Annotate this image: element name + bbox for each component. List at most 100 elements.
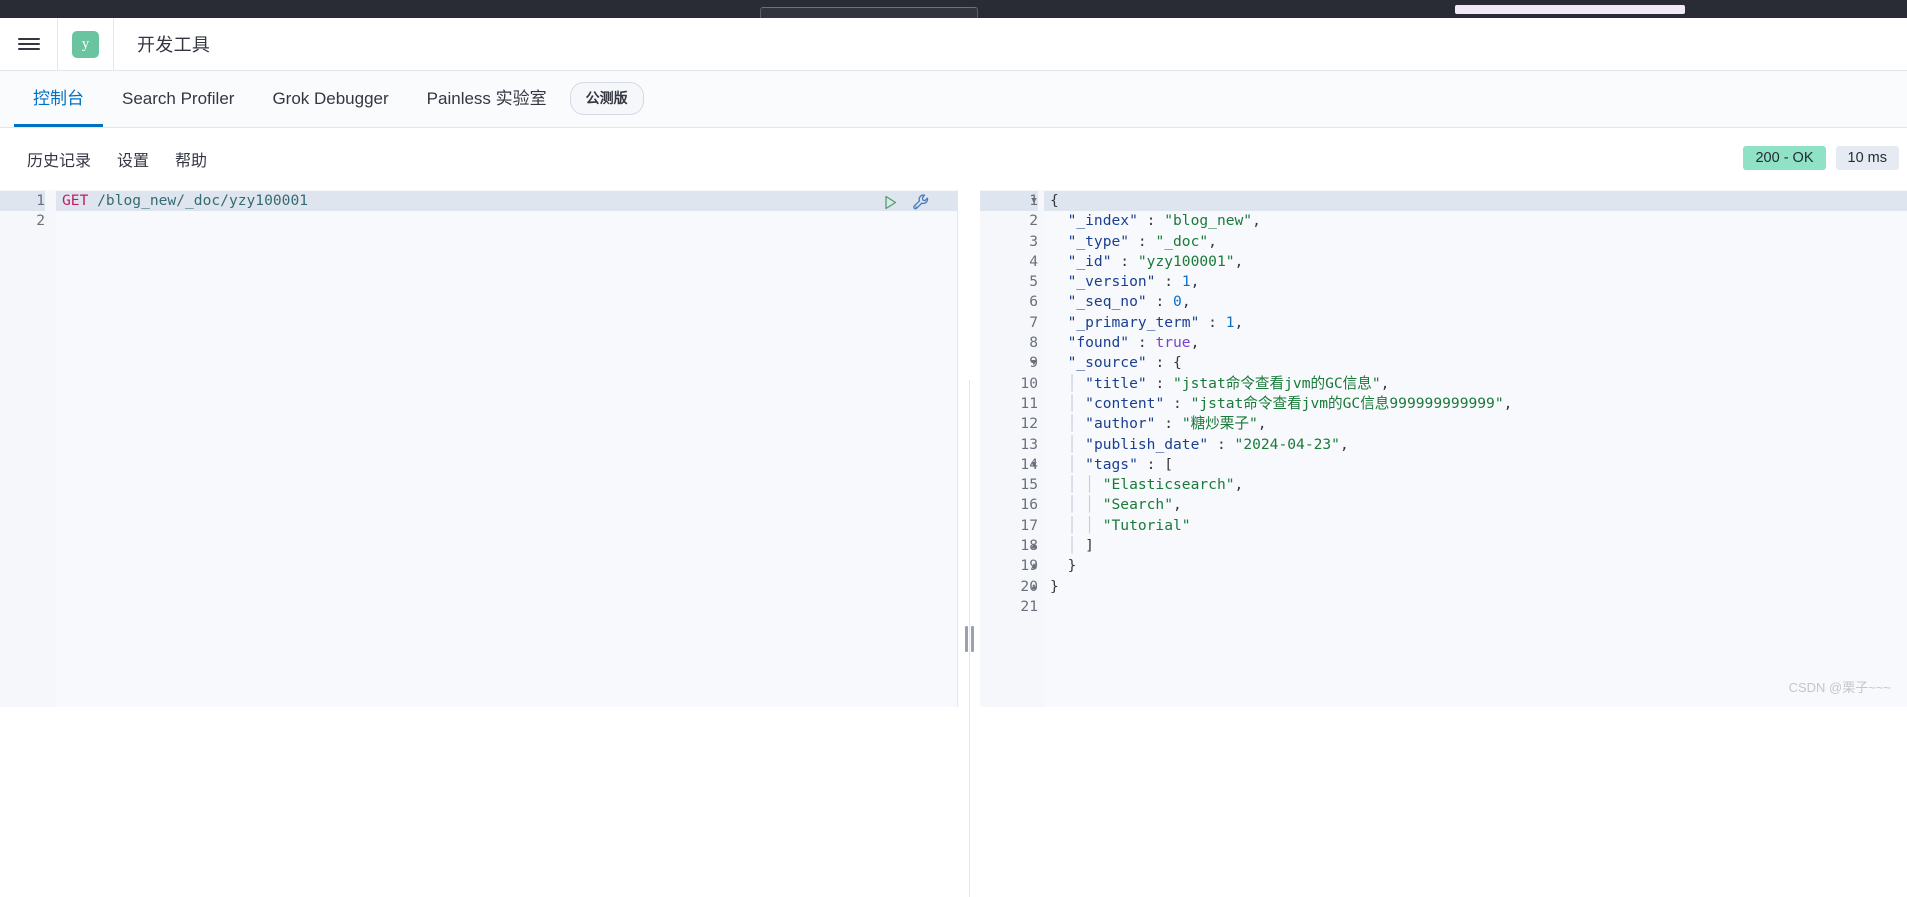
status-badge: 200 - OK — [1743, 146, 1825, 170]
fold-collapse-icon[interactable]: ▼ — [1028, 191, 1040, 211]
token-plain — [1050, 557, 1068, 574]
token-guide: │ — [1050, 537, 1085, 554]
play-icon[interactable] — [882, 194, 899, 211]
token-key: "_type" — [1068, 233, 1130, 250]
fold-expand-icon[interactable]: ▲ — [1028, 577, 1040, 597]
response-line[interactable]: │ "publish_date" : "2024-04-23", — [1044, 435, 1907, 455]
response-code[interactable]: { "_index" : "blog_new", "_type" : "_doc… — [1044, 190, 1907, 707]
console-panes: 12 GET /blog_new/_doc/yzy100001 1▼234567… — [0, 190, 1907, 707]
response-line[interactable]: │ │ "Tutorial" — [1044, 516, 1907, 536]
token-punct: [ — [1164, 456, 1173, 473]
browser-url-ghost[interactable] — [1455, 5, 1685, 14]
token-guide: │ — [1050, 375, 1085, 392]
token-punct: , — [1191, 334, 1200, 351]
token-num: 1 — [1226, 314, 1235, 331]
response-line-number: 1▼ — [980, 191, 1038, 211]
hamburger-icon[interactable] — [0, 18, 58, 71]
token-punct: : — [1147, 354, 1173, 371]
response-line[interactable]: "_type" : "_doc", — [1044, 232, 1907, 252]
request-editor[interactable]: 12 GET /blog_new/_doc/yzy100001 — [0, 190, 958, 707]
response-line[interactable]: "_index" : "blog_new", — [1044, 211, 1907, 231]
token-punct: , — [1191, 273, 1200, 290]
fold-expand-icon[interactable]: ▲ — [1028, 536, 1040, 556]
fold-collapse-icon[interactable]: ▼ — [1028, 455, 1040, 475]
beta-badge[interactable]: 公测版 — [570, 82, 644, 115]
fold-collapse-icon[interactable]: ▼ — [1028, 353, 1040, 373]
response-line[interactable]: │ "content" : "jstat命令查看jvm的GC信息99999999… — [1044, 394, 1907, 414]
request-line[interactable] — [56, 211, 958, 231]
token-punct: : — [1147, 293, 1173, 310]
response-line[interactable]: } — [1044, 577, 1907, 597]
response-line[interactable]: │ "author" : "糖炒栗子", — [1044, 414, 1907, 434]
token-key: "_version" — [1068, 273, 1156, 290]
app-logo[interactable]: y — [58, 18, 114, 71]
wrench-icon[interactable] — [912, 193, 931, 212]
token-str: "Elasticsearch" — [1103, 476, 1235, 493]
response-line-number: 9▼ — [980, 353, 1038, 373]
tab-painless-lab[interactable]: Painless 实验室 — [408, 71, 566, 127]
token-num: 0 — [1173, 293, 1182, 310]
pane-splitter[interactable] — [958, 380, 980, 897]
token-punct: , — [1252, 212, 1261, 229]
token-punct: : — [1208, 436, 1234, 453]
request-path: /blog_new/_doc/yzy100001 — [88, 192, 308, 209]
token-key: "_source" — [1068, 354, 1147, 371]
response-line[interactable]: "_id" : "yzy100001", — [1044, 252, 1907, 272]
token-key: "title" — [1085, 375, 1147, 392]
token-key: "tags" — [1085, 456, 1138, 473]
token-key: "_id" — [1068, 253, 1112, 270]
request-code[interactable]: GET /blog_new/_doc/yzy100001 — [56, 190, 958, 707]
response-line[interactable]: "_version" : 1, — [1044, 272, 1907, 292]
console-subbar: 历史记录 设置 帮助 200 - OK 10 ms — [0, 128, 1907, 190]
tab-grok-debugger[interactable]: Grok Debugger — [253, 71, 407, 127]
response-line[interactable]: "_source" : { — [1044, 353, 1907, 373]
response-line[interactable]: │ │ "Search", — [1044, 495, 1907, 515]
token-punct: : — [1129, 334, 1155, 351]
response-line[interactable]: "_seq_no" : 0, — [1044, 292, 1907, 312]
browser-tab-ghost[interactable] — [760, 7, 978, 18]
request-line-number: 2 — [0, 211, 45, 231]
app-header: y 开发工具 — [0, 18, 1907, 71]
response-line[interactable]: } — [1044, 556, 1907, 576]
token-punct: : — [1129, 233, 1155, 250]
response-line[interactable]: │ │ "Elasticsearch", — [1044, 475, 1907, 495]
menu-help[interactable]: 帮助 — [162, 147, 220, 171]
token-plain — [1050, 293, 1068, 310]
response-line-number: 2 — [980, 211, 1038, 231]
token-punct: { — [1173, 354, 1182, 371]
token-punct: , — [1340, 436, 1349, 453]
response-line[interactable]: │ ] — [1044, 536, 1907, 556]
token-punct: , — [1504, 395, 1513, 412]
token-punct: , — [1258, 415, 1267, 432]
response-line[interactable]: "_primary_term" : 1, — [1044, 313, 1907, 333]
menu-history[interactable]: 历史记录 — [14, 147, 104, 171]
token-bool: true — [1155, 334, 1190, 351]
tab-search-profiler[interactable]: Search Profiler — [103, 71, 253, 127]
logo-badge: y — [72, 31, 99, 58]
response-line[interactable] — [1044, 597, 1907, 617]
token-guide: │ — [1050, 395, 1085, 412]
response-editor[interactable]: 1▼23456789▼1011121314▼15161718▲19▲20▲21 … — [980, 190, 1907, 707]
token-punct: : — [1155, 415, 1181, 432]
token-punct: , — [1235, 314, 1244, 331]
response-line-number: 14▼ — [980, 455, 1038, 475]
fold-expand-icon[interactable]: ▲ — [1028, 556, 1040, 576]
token-key: "_primary_term" — [1068, 314, 1200, 331]
response-line-number: 10 — [980, 374, 1038, 394]
response-line-number: 8 — [980, 333, 1038, 353]
token-plain — [1050, 212, 1068, 229]
token-punct: } — [1050, 578, 1059, 595]
tab-console[interactable]: 控制台 — [14, 71, 103, 127]
token-plain — [1050, 273, 1068, 290]
response-line[interactable]: │ "tags" : [ — [1044, 455, 1907, 475]
menu-settings[interactable]: 设置 — [104, 147, 162, 171]
token-punct: , — [1235, 253, 1244, 270]
response-line[interactable]: "found" : true, — [1044, 333, 1907, 353]
splitter-grip[interactable] — [965, 626, 974, 652]
request-line[interactable]: GET /blog_new/_doc/yzy100001 — [56, 191, 958, 211]
response-line[interactable]: { — [1044, 191, 1907, 211]
token-guide: │ — [1050, 436, 1085, 453]
response-line[interactable]: │ "title" : "jstat命令查看jvm的GC信息", — [1044, 374, 1907, 394]
response-line-number: 11 — [980, 394, 1038, 414]
response-line-number: 12 — [980, 414, 1038, 434]
